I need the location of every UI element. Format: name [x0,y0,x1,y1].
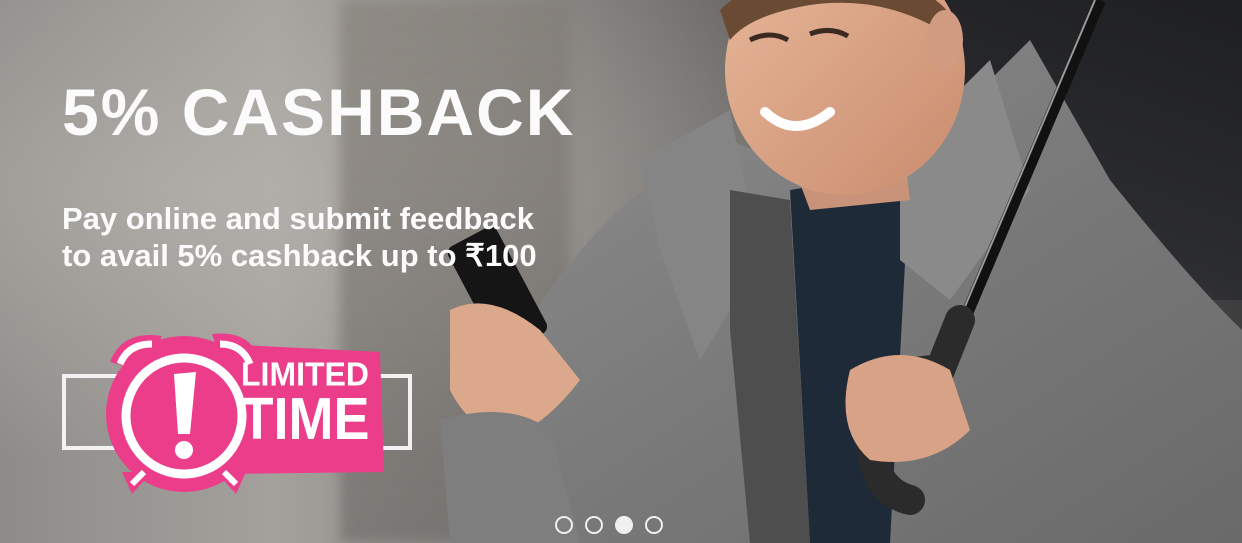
cashback-description: Pay online and submit feedback to avail … [62,200,602,274]
carousel-indicators [555,516,663,538]
carousel-dot-3-active[interactable] [615,516,633,534]
description-line-2: to avail 5% cashback up to ₹100 [62,238,537,273]
limited-time-badge: LIMITED TIME [240,357,370,452]
carousel-dot-4[interactable] [645,516,663,534]
promo-banner[interactable]: 5% CASHBACK Pay online and submit feedba… [0,0,1242,543]
cashback-headline: 5% CASHBACK [62,75,576,149]
carousel-dot-2[interactable] [585,516,603,534]
carousel-dot-1[interactable] [555,516,573,534]
description-line-1: Pay online and submit feedback [62,201,535,236]
badge-line-2: TIME [240,386,370,452]
